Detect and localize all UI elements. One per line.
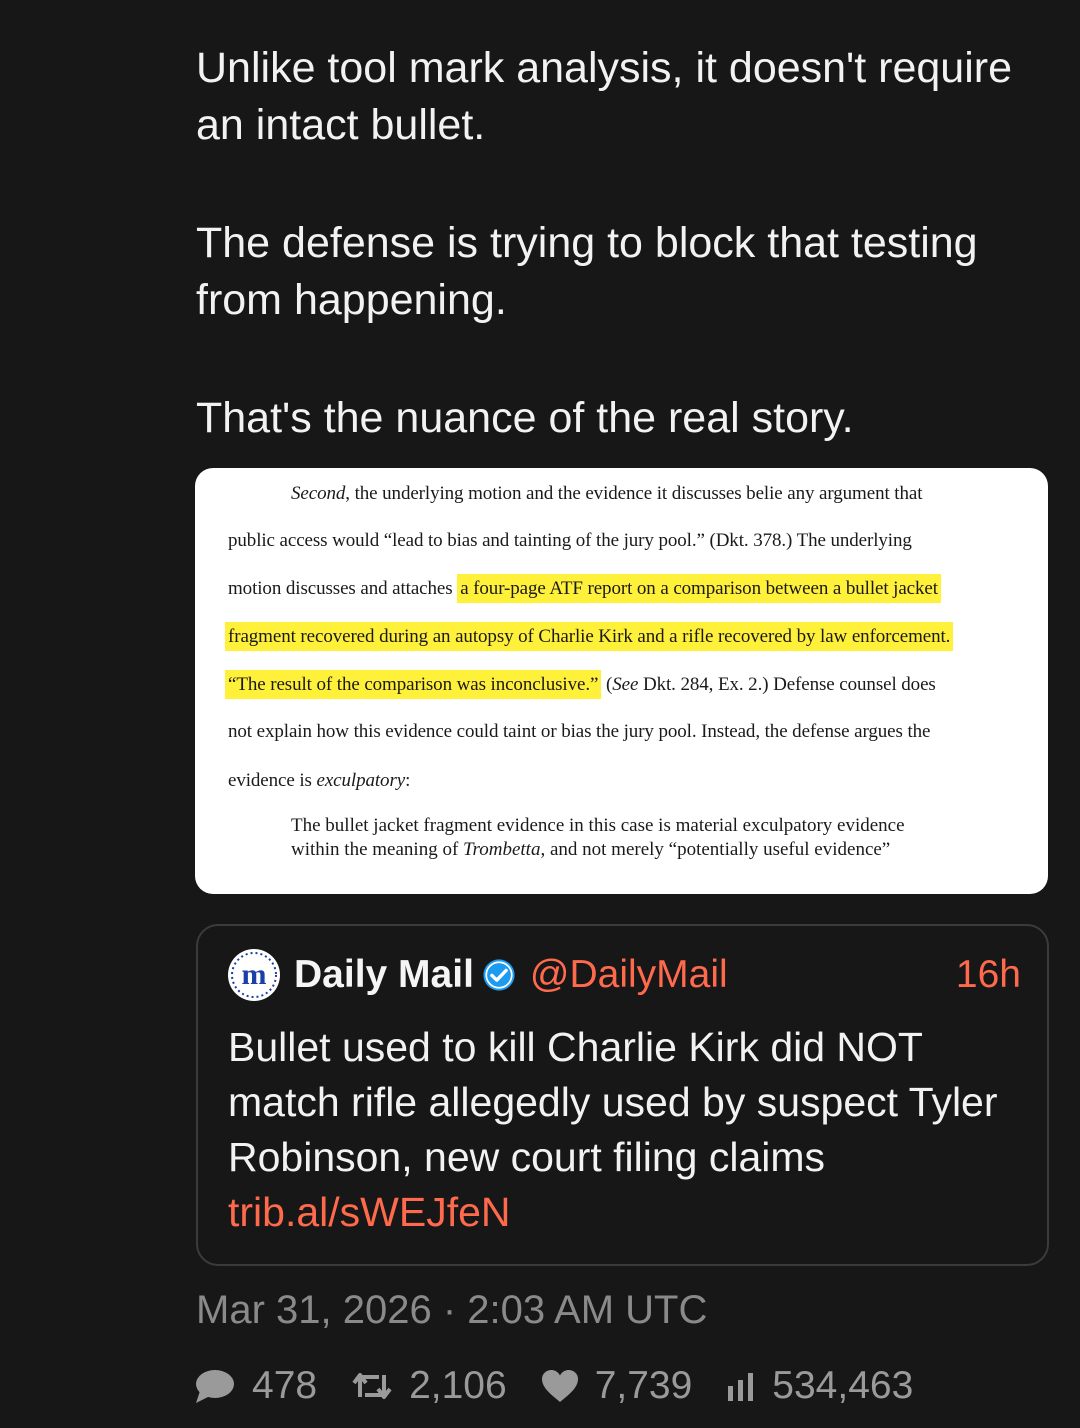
views-indicator[interactable]: 534,463 <box>726 1364 913 1408</box>
like-count: 7,739 <box>594 1364 693 1407</box>
reply-count: 478 <box>252 1364 318 1407</box>
retweet-icon <box>352 1373 392 1399</box>
post-paragraph: The defense is trying to block that test… <box>196 219 978 324</box>
verified-badge-icon <box>482 958 516 992</box>
post-body: Unlike tool mark analysis, it doesn't re… <box>196 40 1056 447</box>
comment-icon <box>196 1370 234 1403</box>
doc-line: public access would “lead to bias and ta… <box>228 530 912 551</box>
post-paragraph: That's the nuance of the real story. <box>196 394 854 442</box>
doc-block-quote: The bullet jacket fragment evidence in t… <box>291 815 905 860</box>
quoted-post-text: Bullet used to kill Charlie Kirk did NOT… <box>228 1020 1028 1240</box>
view-count: 534,463 <box>772 1364 914 1407</box>
heart-icon <box>541 1370 578 1402</box>
doc-line: fragment recovered during an autopsy of … <box>225 622 954 651</box>
quoted-post-time: 16h <box>955 953 1021 996</box>
highlighted-text: “The result of the comparison was inconc… <box>225 670 602 699</box>
retweet-button[interactable]: 2,106 <box>351 1364 507 1408</box>
doc-line: motion discusses and attaches a four-pag… <box>228 574 941 603</box>
quoted-post-card[interactable]: m Daily Mail @DailyMail 16h Bullet used … <box>196 924 1049 1266</box>
doc-line: not explain how this evidence could tain… <box>228 721 931 742</box>
reply-button[interactable]: 478 <box>194 1364 317 1408</box>
retweet-count: 2,106 <box>409 1364 507 1407</box>
like-button[interactable]: 7,739 <box>541 1364 693 1408</box>
doc-line: “The result of the comparison was inconc… <box>225 670 936 699</box>
highlighted-text: fragment recovered during an autopsy of … <box>225 622 954 651</box>
post-paragraph: Unlike tool mark analysis, it doesn't re… <box>196 44 1013 149</box>
daily-mail-avatar[interactable]: m <box>228 949 280 1001</box>
post-stats-bar: 478 2,106 7,739 534,463 <box>194 1358 913 1414</box>
doc-line: evidence is exculpatory: <box>228 770 411 791</box>
doc-line: Second, the underlying motion and the ev… <box>291 483 923 504</box>
views-bar-chart-icon <box>728 1373 754 1401</box>
post-timestamp[interactable]: Mar 31, 2026 · 2:03 AM UTC <box>196 1288 707 1333</box>
svg-text:m: m <box>242 958 267 991</box>
attached-document-image[interactable]: Second, the underlying motion and the ev… <box>195 468 1048 894</box>
daily-mail-logo-icon: m <box>229 950 279 1000</box>
quoted-author-handle[interactable]: @DailyMail <box>530 953 728 997</box>
quoted-post-header: m Daily Mail @DailyMail 16h <box>228 949 1021 1001</box>
quoted-author-name[interactable]: Daily Mail <box>294 953 474 997</box>
quoted-post-link[interactable]: trib.al/sWEJfeN <box>228 1185 1028 1240</box>
highlighted-text: a four-page ATF report on a comparison b… <box>457 574 941 603</box>
